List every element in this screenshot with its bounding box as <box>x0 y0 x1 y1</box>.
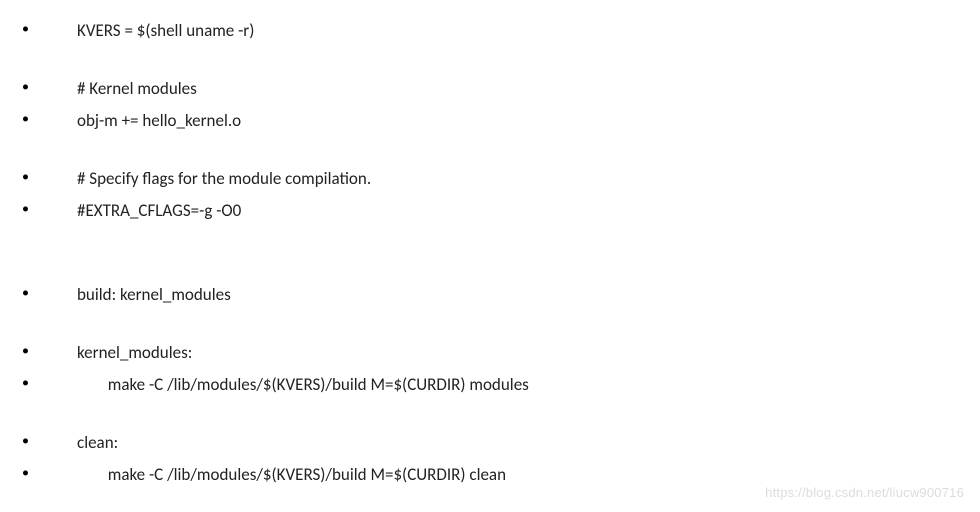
code-line: build: kernel_modules <box>77 282 231 308</box>
bullet-icon: • <box>0 430 77 451</box>
bullet-icon: • <box>0 108 77 129</box>
bullet-icon: • <box>0 340 77 361</box>
blank-line <box>0 314 980 340</box>
code-line: obj-m += hello_kernel.o <box>77 108 241 134</box>
bullet-icon: • <box>0 462 77 483</box>
list-item: • make -C /lib/modules/$(KVERS)/build M=… <box>0 372 980 398</box>
bullet-icon: • <box>0 372 77 393</box>
watermark: https://blog.csdn.net/liucw900716 <box>765 485 964 500</box>
list-item: • # Specify flags for the module compila… <box>0 166 980 192</box>
blank-line <box>0 230 980 256</box>
code-line: make -C /lib/modules/$(KVERS)/build M=$(… <box>77 372 529 398</box>
code-line: KVERS = $(shell uname -r) <box>77 18 254 44</box>
code-line: # Kernel modules <box>77 76 197 102</box>
code-line: # Specify flags for the module compilati… <box>77 166 371 192</box>
bullet-icon: • <box>0 282 77 303</box>
bullet-icon: • <box>0 198 77 219</box>
code-line: clean: <box>77 430 118 456</box>
code-line: make -C /lib/modules/$(KVERS)/build M=$(… <box>77 462 506 488</box>
list-item: • #EXTRA_CFLAGS=-g -O0 <box>0 198 980 224</box>
list-item: • KVERS = $(shell uname -r) <box>0 18 980 44</box>
code-line: kernel_modules: <box>77 340 192 366</box>
list-item: • kernel_modules: <box>0 340 980 366</box>
list-item: • build: kernel_modules <box>0 282 980 308</box>
blank-line <box>0 50 980 76</box>
code-line: #EXTRA_CFLAGS=-g -O0 <box>77 198 241 224</box>
list-item: • obj-m += hello_kernel.o <box>0 108 980 134</box>
list-item: • clean: <box>0 430 980 456</box>
blank-line <box>0 404 980 430</box>
list-item: • # Kernel modules <box>0 76 980 102</box>
code-list: • KVERS = $(shell uname -r) • # Kernel m… <box>0 0 980 488</box>
blank-line <box>0 256 980 282</box>
bullet-icon: • <box>0 166 77 187</box>
bullet-icon: • <box>0 18 77 39</box>
blank-line <box>0 140 980 166</box>
bullet-icon: • <box>0 76 77 97</box>
